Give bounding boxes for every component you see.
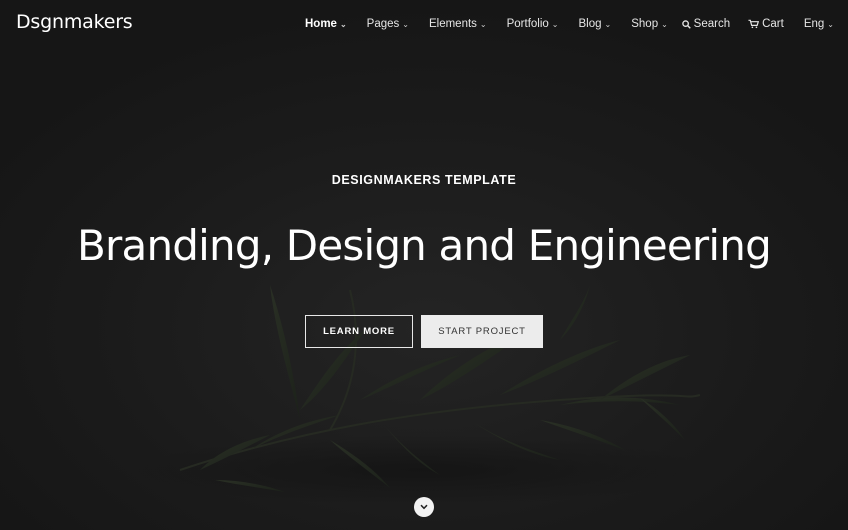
nav-item-label: Pages bbox=[366, 18, 400, 30]
cart-button[interactable]: Cart bbox=[748, 18, 784, 30]
nav-item-pages[interactable]: Pages ⌄ bbox=[367, 18, 409, 30]
hero-section: Dsgnmakers Home ⌄ Pages ⌄ Elements ⌄ Por… bbox=[0, 0, 848, 530]
search-button[interactable]: Search bbox=[681, 18, 731, 30]
nav-item-label: Shop bbox=[631, 18, 659, 30]
nav-item-blog[interactable]: Blog ⌄ bbox=[579, 18, 612, 30]
site-header: Dsgnmakers Home ⌄ Pages ⌄ Elements ⌄ Por… bbox=[0, 0, 848, 52]
chevron-down-icon: ⌄ bbox=[604, 20, 612, 29]
chevron-down-icon: ⌄ bbox=[827, 19, 834, 29]
nav-item-label: Home bbox=[305, 18, 337, 30]
nav-item-label: Portfolio bbox=[506, 18, 549, 30]
header-tools: Search Cart Eng ⌄ bbox=[681, 18, 834, 30]
language-selector[interactable]: Eng ⌄ bbox=[804, 18, 834, 30]
chevron-down-icon: ⌄ bbox=[402, 20, 409, 29]
search-icon bbox=[681, 19, 691, 29]
nav-item-label: Elements bbox=[428, 18, 477, 30]
hero-eyebrow: DESIGNMAKERS TEMPLATE bbox=[331, 173, 517, 187]
hero-headline: Branding, Design and Engineering bbox=[77, 221, 772, 270]
scroll-down-button[interactable] bbox=[414, 497, 434, 517]
site-logo[interactable]: Dsgnmakers bbox=[16, 11, 133, 33]
chevron-down-icon bbox=[420, 504, 428, 510]
search-label: Search bbox=[693, 18, 731, 30]
nav-item-elements[interactable]: Elements ⌄ bbox=[429, 18, 487, 30]
chevron-down-icon: ⌄ bbox=[661, 20, 668, 29]
language-label: Eng bbox=[803, 18, 825, 30]
nav-item-shop[interactable]: Shop ⌄ bbox=[631, 18, 668, 30]
chevron-down-icon: ⌄ bbox=[551, 20, 559, 29]
chevron-down-icon: ⌄ bbox=[479, 20, 487, 29]
chevron-down-icon: ⌄ bbox=[339, 20, 347, 29]
cart-icon bbox=[748, 19, 760, 29]
learn-more-button[interactable]: LEARN MORE bbox=[305, 315, 413, 348]
nav-item-home[interactable]: Home ⌄ bbox=[305, 18, 347, 30]
nav-item-label: Blog bbox=[578, 18, 602, 30]
nav-item-portfolio[interactable]: Portfolio ⌄ bbox=[507, 18, 559, 30]
main-nav: Home ⌄ Pages ⌄ Elements ⌄ Portfolio ⌄ Bl… bbox=[305, 18, 668, 30]
cart-label: Cart bbox=[762, 18, 784, 30]
start-project-button[interactable]: START PROJECT bbox=[421, 315, 543, 348]
